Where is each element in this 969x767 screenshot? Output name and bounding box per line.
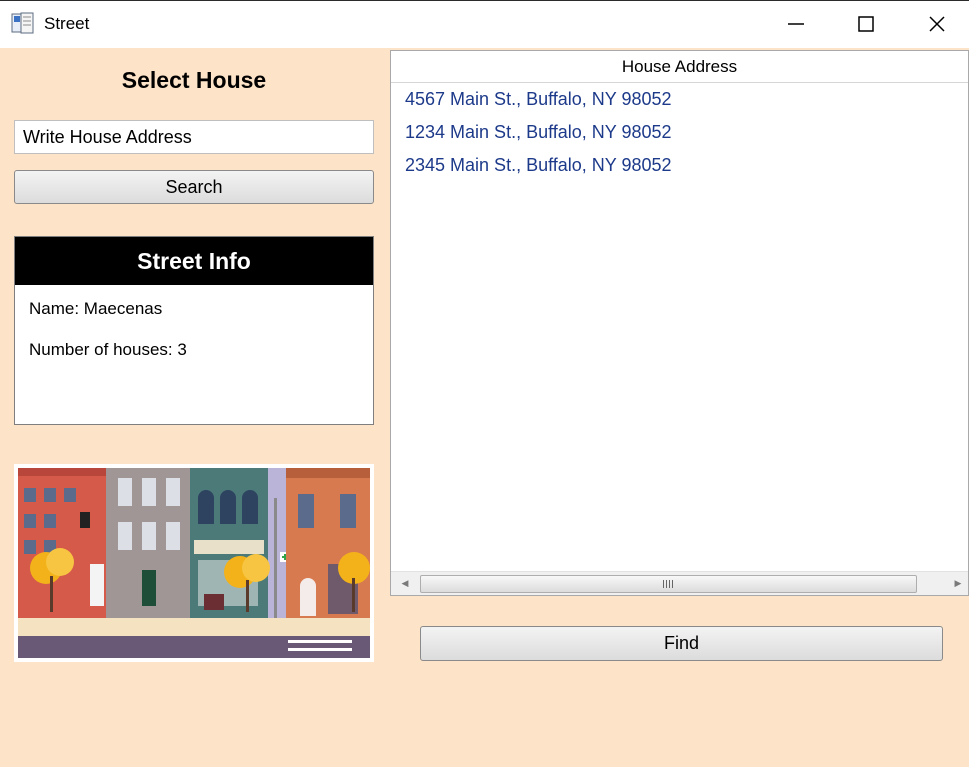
scrollbar-thumb[interactable] [420, 575, 917, 593]
street-info-panel: Street Info Name: Maecenas Number of hou… [14, 236, 374, 425]
find-button[interactable]: Find [420, 626, 943, 661]
maximize-icon [858, 16, 874, 32]
window-client-area: Select House Search Street Info Name: Ma… [0, 48, 969, 767]
horizontal-scrollbar[interactable]: ◀ ▶ [391, 571, 968, 595]
street-info-title: Street Info [15, 237, 373, 285]
scroll-right-arrow-icon[interactable]: ▶ [948, 572, 968, 596]
grip-icon [662, 580, 675, 588]
maximize-button[interactable] [846, 9, 886, 39]
close-button[interactable] [917, 9, 957, 39]
house-address-column-header[interactable]: House Address [391, 51, 968, 83]
minimize-button[interactable] [776, 9, 816, 39]
houses-count: Number of houses: 3 [29, 340, 187, 359]
minimize-icon [788, 23, 804, 25]
search-button[interactable]: Search [14, 170, 374, 204]
list-item[interactable]: 4567 Main St., Buffalo, NY 98052 [391, 83, 968, 116]
title-bar: Street [0, 0, 969, 48]
scroll-left-arrow-icon[interactable]: ◀ [395, 572, 415, 596]
list-item[interactable]: 1234 Main St., Buffalo, NY 98052 [391, 116, 968, 149]
street-illustration [14, 464, 374, 662]
house-address-list[interactable]: House Address 4567 Main St., Buffalo, NY… [390, 50, 969, 596]
select-house-heading: Select House [121, 67, 267, 93]
list-item[interactable]: 2345 Main St., Buffalo, NY 98052 [391, 149, 968, 182]
street-name: Name: Maecenas [29, 299, 163, 318]
app-icon [11, 12, 34, 34]
house-address-input[interactable] [14, 120, 374, 154]
window-title: Street [44, 14, 90, 33]
close-icon [929, 16, 945, 32]
